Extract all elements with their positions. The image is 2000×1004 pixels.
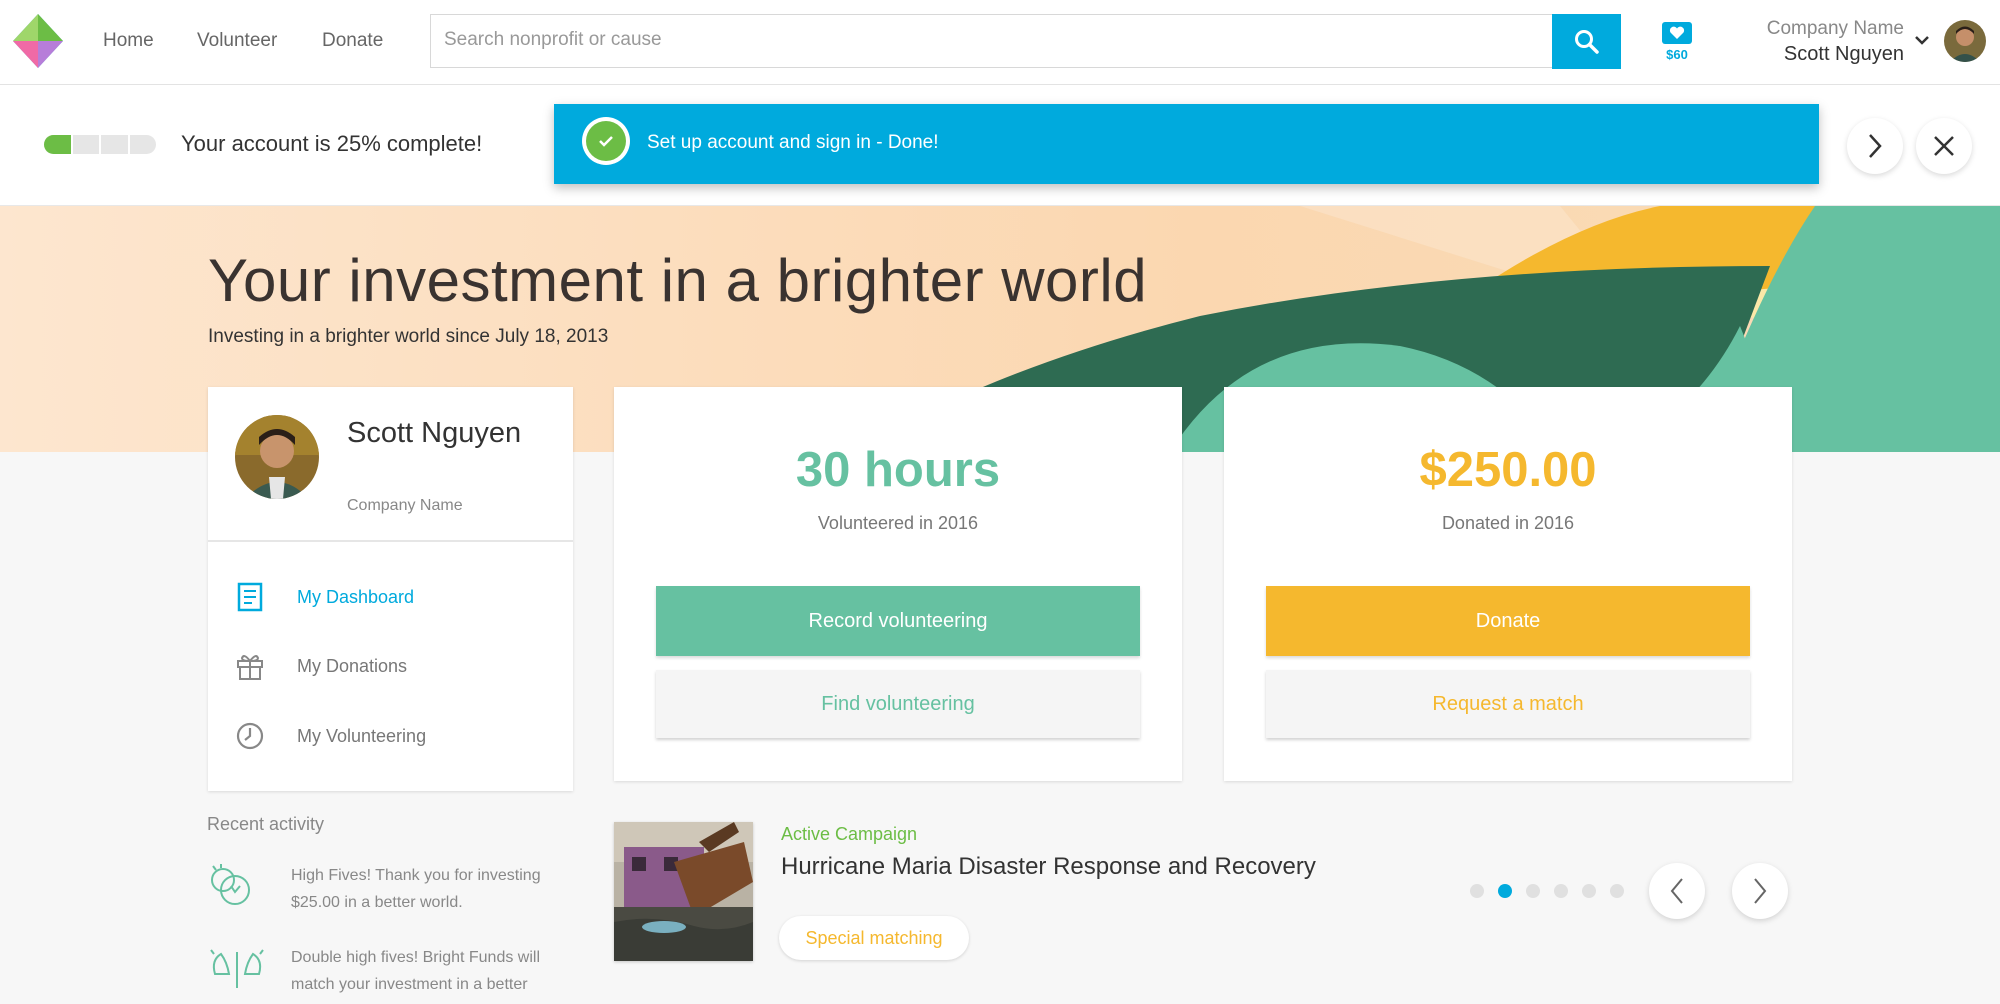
next-step-button[interactable] — [1847, 118, 1903, 174]
progress-toast: Set up account and sign in - Done! — [554, 104, 1819, 184]
donation-label: Donated in 2016 — [1441, 513, 1575, 533]
sidebar-item-label: My Volunteering — [297, 726, 427, 746]
high-five-icon — [211, 864, 250, 905]
carousel-dot[interactable] — [1610, 884, 1624, 898]
user-menu[interactable]: Company Name Scott Nguyen — [1767, 18, 1904, 66]
search-button[interactable] — [1552, 14, 1621, 69]
sidebar-item-label: My Dashboard — [297, 587, 415, 607]
campaign-title[interactable]: Hurricane Maria Disaster Response and Re… — [781, 853, 1316, 881]
nav-home-link[interactable]: Home — [103, 30, 154, 52]
nav-donate-link[interactable]: Donate — [322, 30, 383, 52]
carousel-prev-button[interactable] — [1649, 863, 1705, 919]
close-progress-button[interactable] — [1916, 118, 1972, 174]
heart-wallet-icon — [1662, 22, 1692, 44]
sidebar-item-dashboard[interactable]: My Dashboard — [235, 578, 555, 618]
top-nav: Home Volunteer Donate $60 Company Name S… — [0, 0, 2000, 85]
chevron-left-icon — [1670, 878, 1683, 904]
divider — [208, 540, 573, 542]
record-volunteering-button[interactable]: Record volunteering — [656, 586, 1140, 656]
volunteer-hours: 30 hours — [795, 443, 1001, 497]
gift-icon — [237, 655, 263, 680]
carousel-next-button[interactable] — [1732, 863, 1788, 919]
toast-message: Set up account and sign in - Done! — [647, 132, 939, 153]
progress-text: Your account is 25% complete! — [181, 131, 483, 156]
search-icon — [1574, 29, 1599, 54]
user-name: Scott Nguyen — [1783, 43, 1904, 65]
activity-text: High Fives! Thank you for investing $25.… — [291, 867, 541, 911]
wallet-amount: $60 — [1666, 47, 1688, 62]
avatar[interactable] — [1944, 20, 1986, 62]
profile-name: Scott Nguyen — [347, 417, 522, 449]
sidebar-item-donations[interactable]: My Donations — [235, 647, 555, 687]
user-company: Company Name — [1766, 18, 1904, 39]
carousel-dot[interactable] — [1582, 884, 1596, 898]
donation-amount: $250.00 — [1419, 443, 1597, 497]
giving-wallet[interactable]: $60 — [1658, 22, 1696, 62]
volunteer-label: Volunteered in 2016 — [817, 513, 979, 533]
chevron-down-icon[interactable] — [1914, 34, 1930, 46]
profile-company: Company Name — [347, 497, 463, 514]
chevron-right-icon — [1869, 134, 1882, 158]
brand-logo-icon[interactable] — [13, 14, 63, 68]
sidebar-item-volunteering[interactable]: My Volunteering — [235, 717, 555, 757]
check-icon — [582, 117, 630, 165]
nav-volunteer-link[interactable]: Volunteer — [197, 30, 277, 52]
request-match-button[interactable]: Request a match — [1266, 670, 1750, 738]
carousel-dot[interactable] — [1554, 884, 1568, 898]
find-volunteering-button[interactable]: Find volunteering — [656, 670, 1140, 738]
carousel-dot[interactable] — [1526, 884, 1540, 898]
carousel-dot[interactable] — [1470, 884, 1484, 898]
activity-text: Double high fives! Bright Funds will mat… — [291, 949, 541, 993]
search-box — [430, 14, 1620, 68]
activity-item: High Fives! Thank you for investing $25.… — [207, 862, 567, 922]
account-progress-bar — [44, 135, 156, 154]
donation-stat-card: $250.00 Donated in 2016 Donate Request a… — [1224, 387, 1792, 781]
profile-card: Scott Nguyen Company Name My Dashboard M… — [208, 387, 573, 791]
recent-activity-heading: Recent activity — [207, 814, 325, 834]
page-subtitle: Investing in a brighter world since July… — [208, 326, 609, 347]
campaign-image[interactable] — [614, 822, 753, 961]
volunteer-stat-card: 30 hours Volunteered in 2016 Record volu… — [614, 387, 1182, 781]
carousel-dots — [1470, 884, 1624, 898]
special-matching-badge[interactable]: Special matching — [779, 916, 969, 960]
sidebar-item-label: My Donations — [297, 656, 408, 676]
dashboard-icon — [237, 582, 263, 612]
page-title: Your investment in a brighter world — [208, 247, 1148, 314]
chevron-right-icon — [1754, 878, 1767, 904]
activity-item: Double high fives! Bright Funds will mat… — [207, 944, 567, 1004]
profile-avatar — [235, 415, 319, 499]
donate-button[interactable]: Donate — [1266, 586, 1750, 656]
double-high-five-icon — [210, 949, 264, 988]
campaign-tag: Active Campaign — [781, 824, 918, 844]
search-input[interactable] — [431, 15, 1557, 65]
clock-icon — [236, 722, 264, 750]
carousel-dot[interactable] — [1498, 884, 1512, 898]
close-icon — [1934, 136, 1954, 156]
